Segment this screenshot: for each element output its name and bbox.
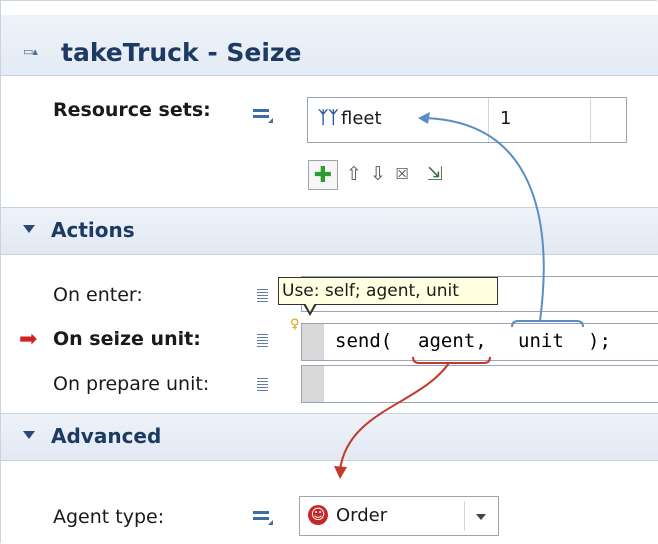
unit-bracket (511, 320, 584, 328)
red-arrowhead (334, 466, 347, 479)
blue-arrowhead (418, 112, 430, 124)
agent-to-type-arrow (339, 362, 450, 471)
annotation-overlay (334, 112, 584, 479)
unit-to-fleet-arrow (421, 117, 545, 322)
agent-bracket (412, 356, 491, 364)
